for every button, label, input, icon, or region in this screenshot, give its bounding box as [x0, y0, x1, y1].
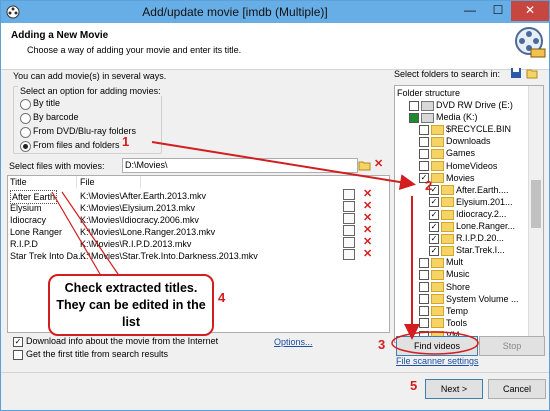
arrow-to-tree: [151, 141, 416, 190]
step-number-2: 2: [425, 178, 433, 193]
annotation-arrows: [51, 141, 479, 355]
find-highlight: [391, 331, 479, 355]
extracted-titles-callout: Check extracted titles. They can be edit…: [48, 274, 214, 336]
callout-pointer: [61, 191, 119, 275]
callout-pointer: [51, 191, 101, 275]
step-number-3: 3: [378, 337, 386, 352]
step-number-4: 4: [218, 290, 226, 305]
step-number-5: 5: [410, 378, 418, 393]
step-number-1: 1: [122, 134, 130, 149]
